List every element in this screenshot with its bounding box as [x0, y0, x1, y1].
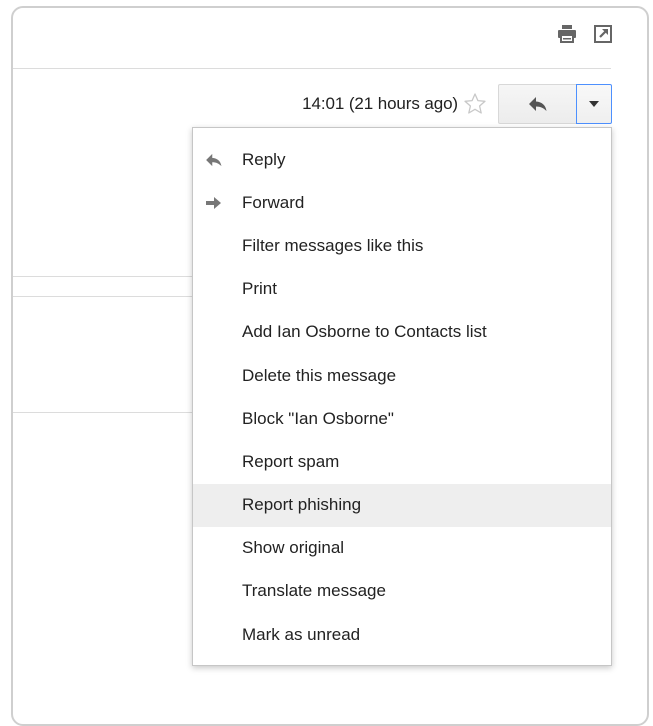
- menu-item-translate-message[interactable]: Translate message: [193, 570, 611, 613]
- menu-item-label: Filter messages like this: [242, 235, 424, 255]
- message-timestamp: 14:01 (21 hours ago): [302, 94, 458, 113]
- menu-item-label: Block "Ian Osborne": [242, 408, 394, 428]
- menu-item-filter-messages[interactable]: Filter messages like this: [193, 224, 611, 267]
- menu-item-add-to-contacts[interactable]: Add Ian Osborne to Contacts list: [193, 311, 611, 354]
- more-options-button[interactable]: [576, 84, 612, 124]
- menu-item-label: Translate message: [242, 581, 386, 601]
- menu-item-block-sender[interactable]: Block "Ian Osborne": [193, 397, 611, 440]
- menu-item-reply[interactable]: Reply: [193, 138, 611, 181]
- menu-item-print[interactable]: Print: [193, 268, 611, 311]
- reply-arrow-icon: [205, 153, 223, 167]
- print-icon[interactable]: [557, 24, 577, 44]
- menu-item-report-phishing[interactable]: Report phishing: [193, 483, 611, 527]
- menu-item-report-spam[interactable]: Report spam: [193, 440, 611, 483]
- dropdown-arrow-icon: [589, 101, 599, 107]
- menu-item-label: Delete this message: [242, 365, 397, 385]
- forward-arrow-icon: [205, 196, 223, 210]
- menu-item-label: Report spam: [242, 451, 340, 471]
- message-actions-menu: Reply Forward Filter messages like this …: [192, 127, 612, 666]
- menu-item-label: Print: [242, 279, 277, 299]
- menu-item-label: Report phishing: [242, 495, 362, 515]
- menu-item-label: Forward: [242, 192, 305, 212]
- menu-item-label: Add Ian Osborne to Contacts list: [242, 322, 487, 342]
- menu-item-show-original[interactable]: Show original: [193, 527, 611, 570]
- content-divider-3: [13, 412, 193, 413]
- menu-item-label: Mark as unread: [242, 624, 361, 644]
- menu-item-delete-message[interactable]: Delete this message: [193, 354, 611, 397]
- header-divider: [13, 68, 611, 69]
- content-divider-1: [13, 276, 193, 277]
- menu-item-label: Show original: [242, 538, 345, 558]
- star-icon[interactable]: [462, 91, 488, 117]
- reply-button[interactable]: [498, 84, 576, 124]
- new-window-icon[interactable]: [593, 24, 613, 44]
- reply-arrow-icon: [528, 96, 548, 112]
- content-divider-2: [13, 296, 193, 297]
- menu-item-label: Reply: [242, 149, 286, 169]
- menu-item-mark-unread[interactable]: Mark as unread: [193, 613, 611, 656]
- message-meta-row: 14:01 (21 hours ago): [302, 84, 612, 124]
- header-toolbar: [557, 24, 613, 44]
- menu-item-forward[interactable]: Forward: [193, 181, 611, 224]
